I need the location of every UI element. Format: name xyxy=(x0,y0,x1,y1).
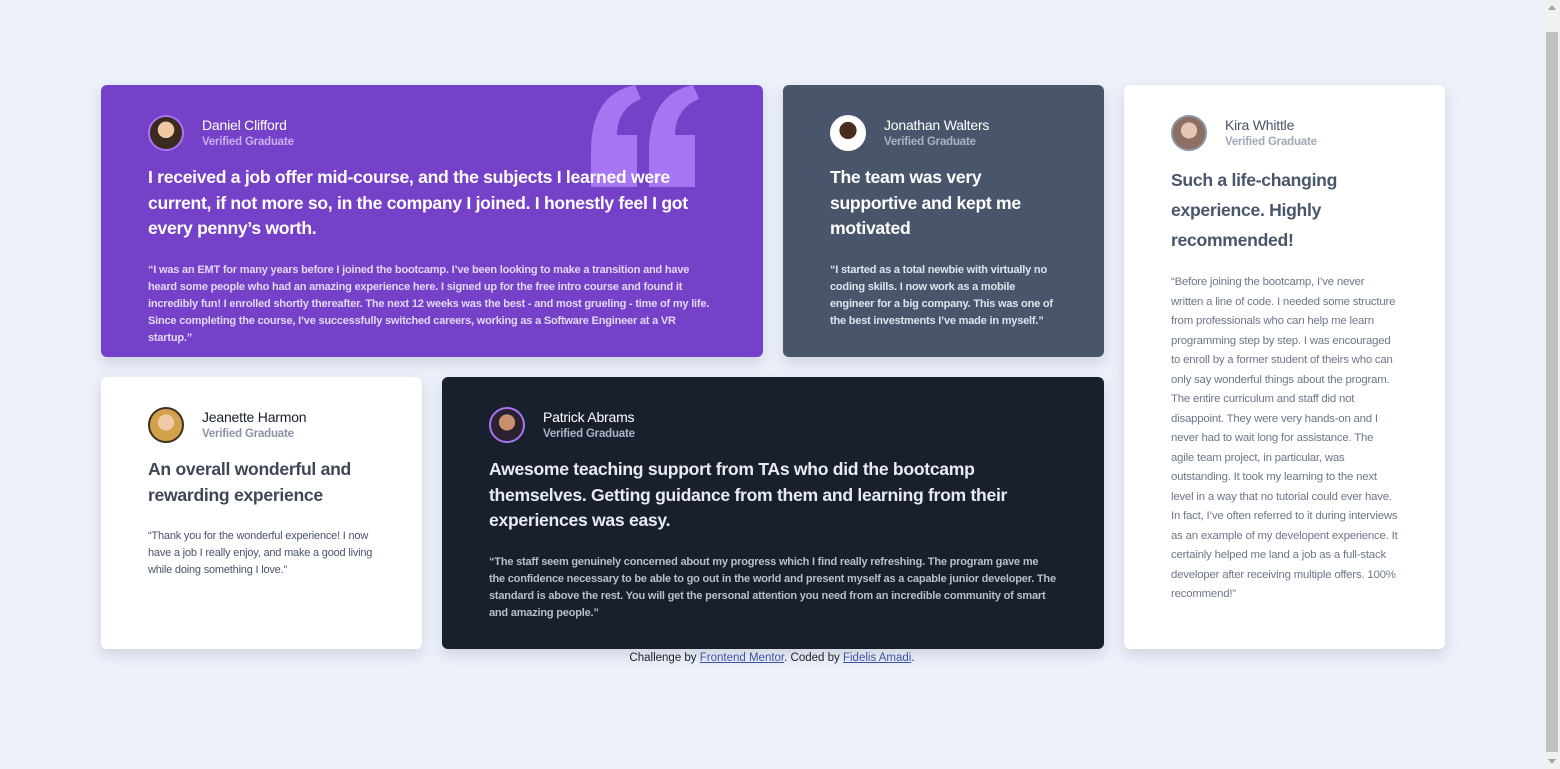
testimonial-headline: An overall wonderful and rewarding exper… xyxy=(148,459,351,505)
scrollbar-thumb[interactable] xyxy=(1546,32,1558,752)
author-link[interactable]: Fidelis Amadi xyxy=(843,652,911,664)
author-name: Patrick Abrams xyxy=(543,408,635,425)
testimonial-body: “Before joining the bootcamp, I’ve never… xyxy=(1171,276,1398,600)
testimonial-headline: Awesome teaching support from TAs who di… xyxy=(489,459,1008,530)
testimonial-body: “Thank you for the wonderful experience!… xyxy=(148,530,373,576)
author-role: Verified Graduate xyxy=(543,427,635,440)
scroll-down-arrow-icon[interactable] xyxy=(1548,759,1556,764)
author-role: Verified Graduate xyxy=(884,135,976,148)
testimonial-card-patrick: Patrick Abrams Verified Graduate Awesome… xyxy=(442,377,1104,649)
testimonial-body: “The staff seem genuinely concerned abou… xyxy=(489,555,1056,619)
author-role: Verified Graduate xyxy=(202,135,294,148)
avatar xyxy=(830,115,866,151)
avatar xyxy=(148,407,184,443)
testimonial-headline: The team was very supportive and kept me… xyxy=(830,167,1021,238)
attribution-middle: . Coded by xyxy=(784,652,843,664)
author-name: Kira Whittle xyxy=(1225,116,1295,133)
author-role: Verified Graduate xyxy=(1225,135,1317,148)
testimonial-headline: I received a job offer mid-course, and t… xyxy=(148,167,688,238)
avatar xyxy=(489,407,525,443)
author-name: Daniel Clifford xyxy=(202,116,287,133)
testimonial-body: “I started as a total newbie with virtua… xyxy=(830,263,1053,327)
vertical-scrollbar[interactable] xyxy=(1544,0,1560,769)
testimonial-body: “I was an EMT for many years before I jo… xyxy=(148,263,710,344)
testimonial-card-kira: Kira Whittle Verified Graduate Such a li… xyxy=(1124,85,1445,649)
testimonial-headline: Such a life-changing experience. Highly … xyxy=(1171,170,1338,250)
attribution-suffix: . xyxy=(911,652,915,664)
avatar xyxy=(1171,115,1207,151)
author-info: Jonathan Walters Verified Graduate xyxy=(830,113,1057,153)
avatar xyxy=(148,115,184,151)
author-info: Daniel Clifford Verified Graduate xyxy=(148,113,716,153)
attribution-footer: Challenge by Frontend Mentor. Coded by F… xyxy=(0,650,1544,666)
attribution-prefix: Challenge by xyxy=(629,652,700,664)
frontend-mentor-link[interactable]: Frontend Mentor xyxy=(700,652,784,664)
testimonial-card-jeanette: Jeanette Harmon Verified Graduate An ove… xyxy=(101,377,422,649)
author-info: Kira Whittle Verified Graduate xyxy=(1171,113,1398,153)
author-role: Verified Graduate xyxy=(202,427,294,440)
testimonial-card-jonathan: Jonathan Walters Verified Graduate The t… xyxy=(783,85,1104,357)
author-info: Patrick Abrams Verified Graduate xyxy=(489,405,1057,445)
author-name: Jeanette Harmon xyxy=(202,408,307,425)
scroll-up-arrow-icon[interactable] xyxy=(1548,5,1556,10)
testimonial-card-daniel: Daniel Clifford Verified Graduate I rece… xyxy=(101,85,763,357)
author-name: Jonathan Walters xyxy=(884,116,990,133)
author-info: Jeanette Harmon Verified Graduate xyxy=(148,405,375,445)
